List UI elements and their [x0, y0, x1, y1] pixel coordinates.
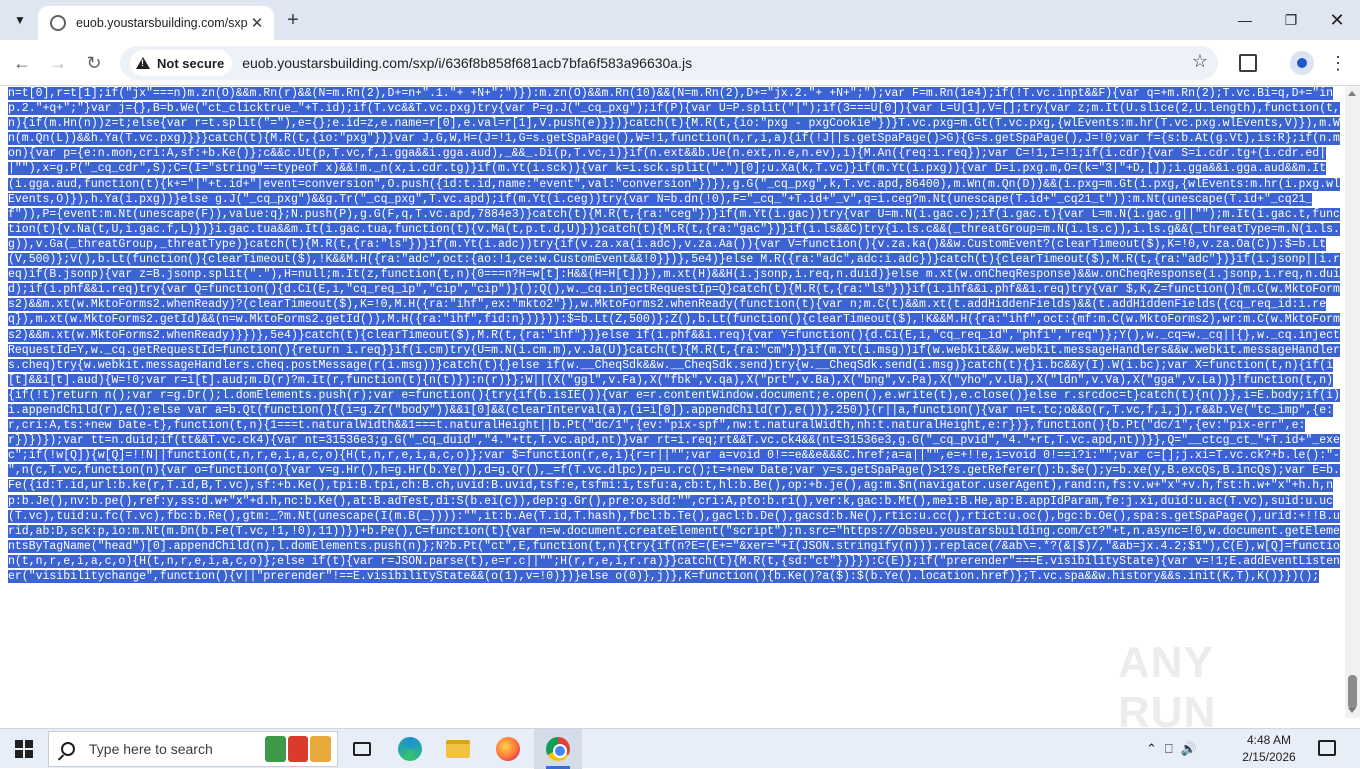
windows-start-icon[interactable]: [0, 729, 48, 769]
favicon-icon: [50, 15, 66, 31]
scroll-down-icon[interactable]: [1348, 708, 1356, 713]
kebab-menu-icon[interactable]: ⋮: [1328, 51, 1348, 75]
page-content: n=t[0],r=t[1];if("jx"===n)m.zn(O)&&m.Rn(…: [0, 86, 1345, 718]
clock-time: 4:48 AM: [1246, 733, 1292, 747]
volume-icon[interactable]: 🔊: [1181, 741, 1197, 757]
notification-icon[interactable]: [1318, 740, 1336, 756]
chevron-up-icon[interactable]: ⌃: [1146, 741, 1157, 757]
close-window-icon[interactable]: ✕: [1314, 0, 1360, 40]
tab-search-icon[interactable]: ▼: [8, 8, 32, 32]
chrome-icon[interactable]: [534, 729, 582, 769]
tab-title: euob.youstarsbuilding.com/sxp: [76, 16, 248, 30]
url-text[interactable]: euob.youstarsbuilding.com/sxp/i/636f8b85…: [242, 55, 692, 71]
system-tray: ⌃ ⎕ 🔊: [1146, 729, 1197, 769]
close-icon[interactable]: ✕: [248, 14, 266, 32]
clock[interactable]: 4:48 AM 2/15/2026: [1238, 732, 1300, 766]
forward-icon[interactable]: →: [46, 51, 70, 75]
search-icon: [61, 742, 75, 756]
source-code[interactable]: n=t[0],r=t[1];if("jx"===n)m.zn(O)&&m.Rn(…: [0, 86, 1345, 584]
tab-strip: ▼ euob.youstarsbuilding.com/sxp ✕ + — ❐ …: [0, 0, 1360, 40]
maximize-icon[interactable]: ❐: [1268, 0, 1314, 40]
scroll-up-icon[interactable]: [1348, 91, 1356, 96]
minimize-icon[interactable]: —: [1222, 0, 1268, 40]
star-icon[interactable]: ☆: [1192, 51, 1208, 72]
extensions-icon[interactable]: [1236, 51, 1260, 75]
search-highlight-image[interactable]: [265, 736, 332, 762]
clock-date: 2/15/2026: [1242, 750, 1296, 764]
plus-icon[interactable]: +: [282, 9, 304, 31]
back-icon[interactable]: ←: [10, 51, 34, 75]
security-chip[interactable]: Not secure: [130, 50, 233, 76]
network-icon[interactable]: ⎕: [1165, 741, 1173, 757]
address-bar[interactable]: Not secure euob.youstarsbuilding.com/sxp…: [120, 46, 1218, 80]
warning-icon: [136, 57, 150, 69]
vertical-scrollbar[interactable]: [1345, 86, 1360, 718]
task-view-icon[interactable]: [338, 729, 386, 769]
profile-icon[interactable]: [1290, 51, 1314, 75]
firefox-icon[interactable]: [484, 729, 532, 769]
scroll-thumb[interactable]: [1348, 675, 1357, 709]
edge-icon[interactable]: [386, 729, 434, 769]
search-placeholder: Type here to search: [89, 741, 213, 757]
taskbar-search[interactable]: Type here to search: [48, 731, 338, 767]
reload-icon[interactable]: ↻: [82, 51, 106, 75]
browser-tab[interactable]: euob.youstarsbuilding.com/sxp ✕: [38, 6, 274, 40]
security-label: Not secure: [157, 55, 225, 71]
browser-toolbar: ← → ↻ Not secure euob.youstarsbuilding.c…: [0, 40, 1360, 86]
taskbar: Type here to search ⌃ ⎕ 🔊 4:48 AM 2/15/2…: [0, 728, 1360, 769]
file-explorer-icon[interactable]: [434, 729, 482, 769]
selected-code-text[interactable]: n=t[0],r=t[1];if("jx"===n)m.zn(O)&&m.Rn(…: [8, 87, 1340, 583]
